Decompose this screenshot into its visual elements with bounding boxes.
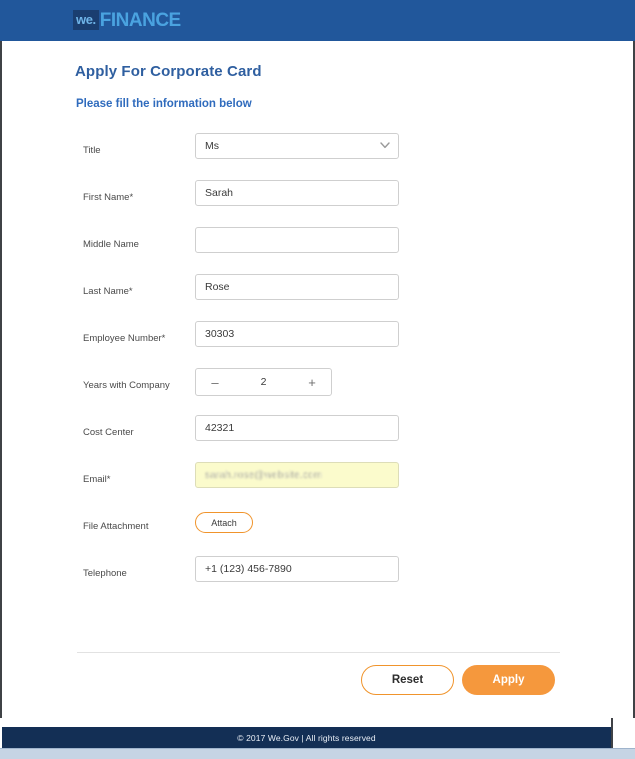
apply-button[interactable]: Apply (462, 665, 555, 695)
site-footer: © 2017 We.Gov | All rights reserved (2, 727, 611, 748)
label-telephone: Telephone (83, 568, 127, 579)
title-select-value: Ms (205, 140, 219, 152)
site-header: we. FINANCE (0, 0, 635, 41)
form-divider (77, 652, 560, 653)
field-row-last-name: Last Name* (2, 274, 633, 321)
control-last-name (195, 274, 399, 300)
control-telephone (195, 556, 399, 582)
control-middle-name (195, 227, 399, 253)
title-select[interactable]: Ms (195, 133, 399, 159)
field-row-cost-center: Cost Center (2, 415, 633, 462)
stepper-decrement-button[interactable]: – (208, 376, 222, 389)
email-value-redacted: sarah.rose@website.com (205, 469, 323, 481)
field-row-telephone: Telephone (2, 556, 633, 603)
email-input[interactable]: sarah.rose@website.com (195, 462, 399, 488)
employee-number-input[interactable] (195, 321, 399, 347)
form-actions: Reset Apply (2, 663, 635, 703)
attach-button[interactable]: Attach (195, 512, 253, 533)
stepper-increment-button[interactable]: + (305, 376, 319, 389)
field-row-years-with-company: Years with Company – 2 + (2, 368, 633, 415)
bottom-scroll-bar[interactable] (0, 748, 635, 759)
middle-name-input[interactable] (195, 227, 399, 253)
application-form: Title Ms First Name* Sarah Middle Name L… (2, 133, 633, 603)
page-content-frame: Apply For Corporate Card Please fill the… (0, 41, 635, 718)
label-last-name: Last Name* (83, 286, 133, 297)
reset-button[interactable]: Reset (361, 665, 454, 695)
years-with-company-stepper[interactable]: – 2 + (195, 368, 332, 396)
label-title: Title (83, 145, 101, 156)
page-right-gutter (611, 718, 635, 748)
footer-copyright: © 2017 We.Gov | All rights reserved (237, 732, 376, 743)
field-row-employee-number: Employee Number* (2, 321, 633, 368)
browser-viewport: we. FINANCE Apply For Corporate Card Ple… (0, 0, 635, 759)
first-name-input[interactable] (195, 180, 399, 206)
label-employee-number: Employee Number* (83, 333, 166, 344)
control-cost-center (195, 415, 399, 441)
brand-wordmark: FINANCE (99, 9, 181, 31)
label-email: Email* (83, 474, 111, 485)
control-email: sarah.rose@website.com (195, 462, 399, 488)
stepper-value: 2 (260, 376, 267, 388)
telephone-input[interactable] (195, 556, 399, 582)
cost-center-input[interactable] (195, 415, 399, 441)
form-subtitle: Please fill the information below (76, 98, 252, 110)
field-row-middle-name: Middle Name (2, 227, 633, 274)
brand-mark: we. (73, 10, 99, 30)
label-first-name: First Name* (83, 192, 134, 203)
control-employee-number (195, 321, 399, 347)
field-row-email: Email* sarah.rose@website.com (2, 462, 633, 509)
label-middle-name: Middle Name (83, 239, 139, 250)
control-years-with-company: – 2 + (195, 368, 332, 396)
brand-logo[interactable]: we. FINANCE (73, 8, 181, 32)
label-cost-center: Cost Center (83, 427, 134, 438)
field-row-title: Title Ms (2, 133, 633, 180)
control-first-name (195, 180, 399, 206)
page-title: Apply For Corporate Card (75, 63, 262, 81)
field-row-file-attachment: File Attachment Attach (2, 509, 633, 556)
field-row-first-name: First Name* (2, 180, 633, 227)
last-name-input[interactable] (195, 274, 399, 300)
control-file-attachment: Attach (195, 512, 253, 533)
control-title: Ms (195, 133, 399, 159)
label-file-attachment: File Attachment (83, 521, 149, 532)
label-years-with-company: Years with Company (83, 380, 170, 391)
